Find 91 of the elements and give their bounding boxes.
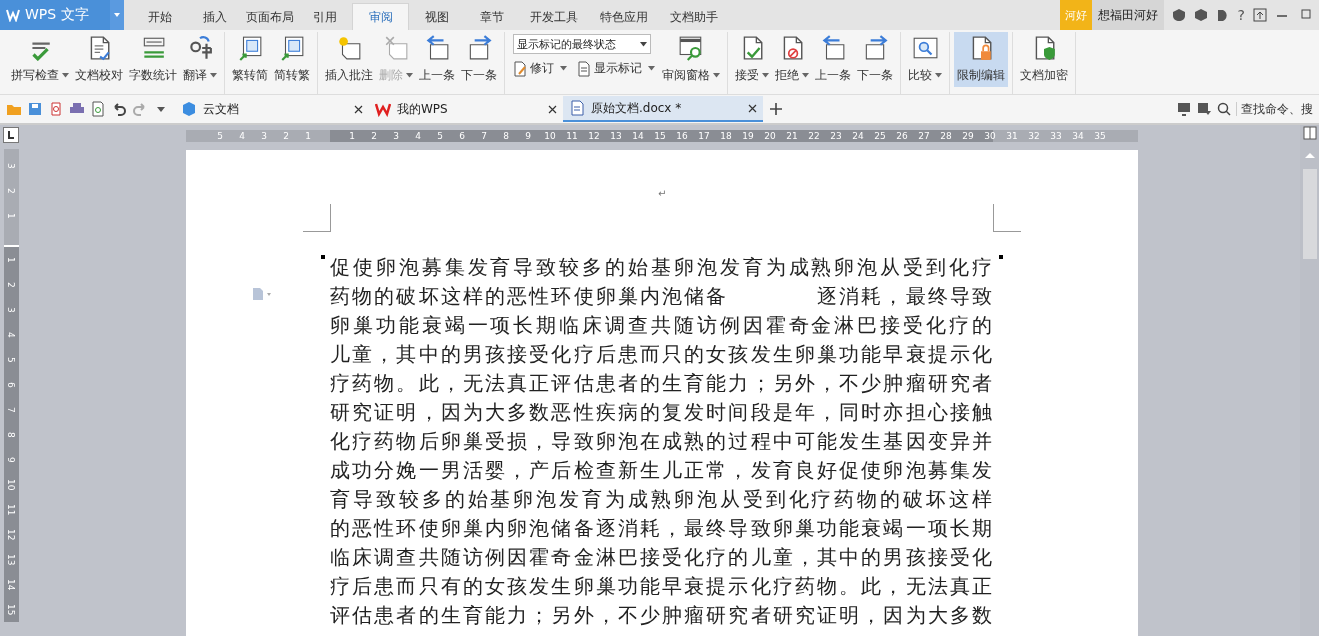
- redo-icon[interactable]: [132, 101, 148, 117]
- paragraph-mark: ↵: [658, 188, 667, 199]
- compare-icon: [912, 35, 938, 61]
- close-icon[interactable]: [354, 104, 363, 114]
- track-button[interactable]: 修订: [513, 60, 567, 77]
- pane-button[interactable]: 审阅窗格: [659, 32, 723, 87]
- compare-button[interactable]: 比较: [905, 32, 945, 87]
- help-button[interactable]: ?: [1237, 7, 1245, 23]
- w-logo-icon: [375, 101, 391, 117]
- menu-tab[interactable]: 视图: [409, 4, 464, 30]
- save-icon[interactable]: [27, 101, 43, 117]
- menu-tab[interactable]: 特色应用: [589, 4, 659, 30]
- simp2trad-button[interactable]: 简转繁: [271, 32, 313, 87]
- text-line: 药物的破坏这样的恶性环使卵巢内泡储备 逐消耗，最终导致: [330, 283, 993, 310]
- trad2simp-button[interactable]: 繁转简: [229, 32, 271, 87]
- document-tab[interactable]: 云文档: [175, 96, 369, 122]
- shield-icon[interactable]: [1171, 8, 1186, 22]
- text-line: 研究证明，因为大多数恶性疾病的复发时间段是年，同时亦担心接触: [330, 399, 993, 426]
- text-line: 化疗药物后卵巢受损，导致卵泡在成熟的过程中可能发生基因变异并: [330, 428, 993, 455]
- margin-corner-mark: [303, 204, 331, 232]
- text-line: 疗药物。此，无法真正评估患者的生育能力；另外，不少肿瘤研究者: [330, 370, 993, 397]
- tab-stop-icon[interactable]: [3, 127, 19, 143]
- split-view-icon[interactable]: [1301, 125, 1318, 141]
- prev-button[interactable]: 上一条: [416, 32, 458, 87]
- undo-icon[interactable]: [111, 101, 127, 117]
- text-line: 育导致较多的始基卵泡发育为成熟卵泡从受到化疗药物的破坏这样: [330, 486, 993, 513]
- hexagon-icon[interactable]: [1193, 8, 1208, 22]
- paragraph-marker: [321, 255, 325, 259]
- user-name[interactable]: 想福田河好: [1091, 0, 1164, 30]
- search-field[interactable]: 查找命令、搜: [1236, 102, 1315, 116]
- menu-tab[interactable]: 文档助手: [659, 4, 729, 30]
- translate-icon: [187, 35, 213, 61]
- w-logo-icon: [6, 8, 20, 22]
- vertical-ruler: 3 2 1 1 2 3 4 5 6 7 8 9 10 11 12 13 14 15: [3, 149, 19, 622]
- cube-icon: [181, 101, 197, 117]
- simp2trad-icon: [279, 35, 305, 61]
- accept-button[interactable]: 接受: [732, 32, 772, 87]
- spell-button[interactable]: 拼写检查: [8, 32, 72, 87]
- slideshow-icon[interactable]: [1176, 101, 1192, 117]
- menu-tab[interactable]: 审阅: [352, 3, 409, 30]
- encrypt-button[interactable]: 文档加密: [1017, 32, 1071, 87]
- menu-tab[interactable]: 开始: [132, 4, 187, 30]
- comment-add-button[interactable]: 插入批注: [322, 32, 376, 87]
- reject-button[interactable]: 拒绝: [772, 32, 812, 87]
- trad2simp-icon: [237, 35, 263, 61]
- document-tab[interactable]: 我的WPS: [369, 96, 563, 122]
- text-line: 卵巢功能衰竭一项长期临床调查共随访例因霍奇金淋巴接受化疗的: [330, 312, 993, 339]
- user-badge: 河好: [1059, 0, 1092, 30]
- comment-add-icon: [336, 35, 362, 61]
- markup-button[interactable]: 显示标记: [577, 60, 655, 77]
- new-tab-icon[interactable]: [769, 102, 783, 116]
- print-preview-icon[interactable]: [90, 101, 106, 117]
- document-icon: [569, 100, 585, 116]
- text-line: 成功分娩一男活婴，产后检查新生儿正常，发育良好促使卵泡募集发: [330, 457, 993, 484]
- layout-icon[interactable]: [1196, 101, 1212, 117]
- scrollbar[interactable]: [1300, 125, 1319, 636]
- menu-tab[interactable]: 章节: [464, 4, 519, 30]
- translate-button[interactable]: 翻译: [180, 32, 220, 87]
- search-icon: [1216, 101, 1232, 117]
- wordcount-button[interactable]: 字数统计: [126, 32, 180, 87]
- prev-icon: [820, 35, 846, 61]
- menu-tab[interactable]: 页面布局: [242, 4, 297, 30]
- margin-corner-mark: [993, 204, 1021, 232]
- pane-icon: [678, 35, 704, 61]
- text-line: 评估患者的生育能力；另外，不少肿瘤研究者研究证明，因为大多数: [330, 602, 993, 629]
- markup-state-dropdown[interactable]: 显示标记的最终状态: [513, 34, 651, 54]
- document-tab[interactable]: 原始文档.docx *: [563, 96, 763, 122]
- prev-button[interactable]: 上一条: [812, 32, 854, 87]
- horizontal-ruler: 5 4 3 2 1 1 2 3 4 5 6 7 8 9 10 11 12 13 14 15 16 17 18 19 20 21 22 23 24 25 26 27 28 29 30 31 32 33 34 35: [186, 130, 1138, 142]
- comment-delete-icon: [383, 35, 409, 61]
- text-line: 临床调查共随访例因霍奇金淋巴接受化疗的儿童，其中的男孩接受化: [330, 544, 993, 571]
- close-icon[interactable]: [548, 104, 557, 114]
- close-icon[interactable]: [748, 103, 757, 113]
- paragraph-marker: [999, 255, 1003, 259]
- document-icon: [577, 60, 591, 77]
- text-line: 促使卵泡募集发育导致较多的始基卵泡发育为成熟卵泡从受到化疗: [330, 254, 993, 281]
- upload-icon[interactable]: [1253, 8, 1267, 22]
- text-line: 疗后患而只有的女孩发生卵巢功能早衰提示化疗药物。此，无法真正: [330, 573, 993, 600]
- text-line: 的恶性环使卵巢内卵泡储备逐消耗，最终导致卵巢功能衰竭一项长期: [330, 515, 993, 542]
- proofread-button[interactable]: 文档校对: [72, 32, 126, 87]
- prev-icon: [424, 35, 450, 61]
- scroll-thumb[interactable]: [1302, 169, 1317, 259]
- menu-tab[interactable]: 引用: [297, 4, 352, 30]
- text-line: 儿童，其中的男孩接受化疗后患而只的女孩发生卵巢功能早衰提示化: [330, 341, 993, 368]
- caret-icon: [640, 41, 647, 47]
- menu-tab[interactable]: 开发工具: [519, 4, 589, 30]
- next-button[interactable]: 下一条: [854, 32, 896, 87]
- next-button[interactable]: 下一条: [458, 32, 500, 87]
- restrict-button[interactable]: 限制编辑: [954, 32, 1008, 87]
- pencil-document-icon: [513, 60, 527, 77]
- menu-tab[interactable]: 插入: [187, 4, 242, 30]
